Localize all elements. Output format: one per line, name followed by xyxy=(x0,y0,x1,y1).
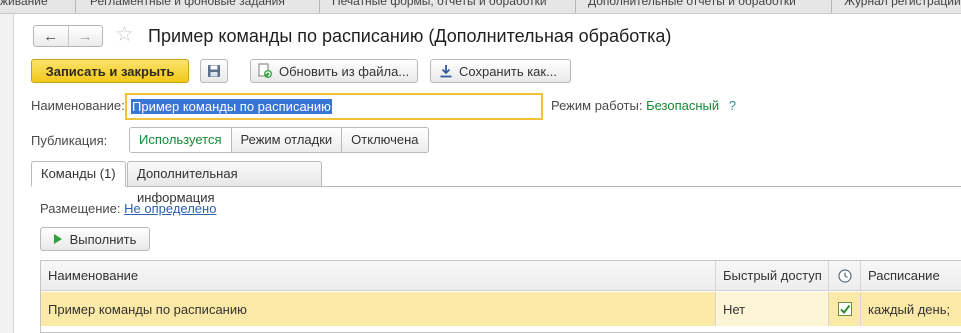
window-tab[interactable]: Регламентные и фоновые задания xyxy=(84,0,320,13)
publication-option-debug[interactable]: Режим отладки xyxy=(230,128,342,152)
column-header-schedule[interactable]: Расписание xyxy=(861,261,961,290)
left-gutter xyxy=(0,14,14,333)
cell-name: Пример команды по расписанию xyxy=(41,292,716,326)
tab-additional-info[interactable]: Дополнительная информация xyxy=(127,161,322,205)
tab-commands[interactable]: Команды (1) xyxy=(31,161,126,187)
commands-table: Наименование Быстрый доступ Расписание П… xyxy=(40,260,961,333)
name-label: Наименование: xyxy=(31,98,125,113)
download-icon xyxy=(439,64,453,78)
save-as-label: Сохранить как... xyxy=(459,63,557,79)
play-icon xyxy=(53,234,62,244)
cell-schedule[interactable]: каждый день; xyxy=(861,292,961,326)
window-tab[interactable]: Печатные формы, отчеты и обработки xyxy=(326,0,576,13)
reload-file-icon xyxy=(257,63,273,79)
run-button-label: Выполнить xyxy=(69,231,137,247)
publication-option-used[interactable]: Используется xyxy=(130,128,231,152)
publication-label: Публикация: xyxy=(31,133,108,148)
publication-option-disabled[interactable]: Отключена xyxy=(341,128,428,152)
reload-from-file-button[interactable]: Обновить из файла... xyxy=(250,59,418,83)
favorite-star-icon[interactable]: ☆ xyxy=(115,24,134,46)
save-and-close-button[interactable]: Записать и закрыть xyxy=(31,59,189,83)
column-header-quick-access[interactable]: Быстрый доступ xyxy=(716,261,829,290)
form-tabs: Команды (1) Дополнительная информация xyxy=(31,161,961,205)
save-button[interactable] xyxy=(200,59,228,83)
column-header-name[interactable]: Наименование xyxy=(41,261,716,290)
placement-row: Размещение: Не определено xyxy=(40,201,216,216)
checkbox[interactable] xyxy=(837,302,852,316)
forward-arrow-icon[interactable]: → xyxy=(67,26,103,46)
publication-switch: Используется Режим отладки Отключена xyxy=(129,127,429,153)
placement-value-link[interactable]: Не определено xyxy=(124,201,216,216)
mode-value-link[interactable]: Безопасный xyxy=(646,98,719,113)
nav-buttons: ← → xyxy=(33,25,103,47)
save-as-button[interactable]: Сохранить как... xyxy=(430,59,571,83)
window-tab-strip: живание Регламентные и фоновые задания П… xyxy=(0,0,961,14)
name-input-value: Пример команды по расписанию xyxy=(131,99,332,114)
cell-quick-access[interactable]: Нет xyxy=(716,292,829,326)
help-question-icon[interactable]: ? xyxy=(729,98,736,113)
window-tab[interactable]: Журнал регистрации xyxy=(838,0,961,13)
reload-button-label: Обновить из файла... xyxy=(279,63,410,79)
back-arrow-icon[interactable]: ← xyxy=(34,26,68,46)
floppy-disk-icon xyxy=(208,65,220,77)
table-row[interactable]: Пример команды по расписанию Нет каждый … xyxy=(41,292,961,326)
column-header-schedule-flag[interactable] xyxy=(829,261,861,290)
checkmark-icon xyxy=(839,304,850,315)
clock-icon xyxy=(837,268,852,283)
cell-schedule-flag[interactable] xyxy=(829,292,861,326)
name-input[interactable]: Пример команды по расписанию xyxy=(125,93,543,120)
window-tab[interactable]: Дополнительные отчеты и обработки xyxy=(582,0,832,13)
table-header: Наименование Быстрый доступ Расписание xyxy=(41,261,961,291)
placement-label: Размещение: xyxy=(40,201,121,216)
page-title: Пример команды по расписанию (Дополнител… xyxy=(148,26,672,46)
mode-label: Режим работы: xyxy=(551,98,643,113)
mode-row: Режим работы: Безопасный ? xyxy=(551,98,736,113)
window-tab[interactable]: живание xyxy=(0,0,76,13)
run-button[interactable]: Выполнить xyxy=(40,227,150,251)
